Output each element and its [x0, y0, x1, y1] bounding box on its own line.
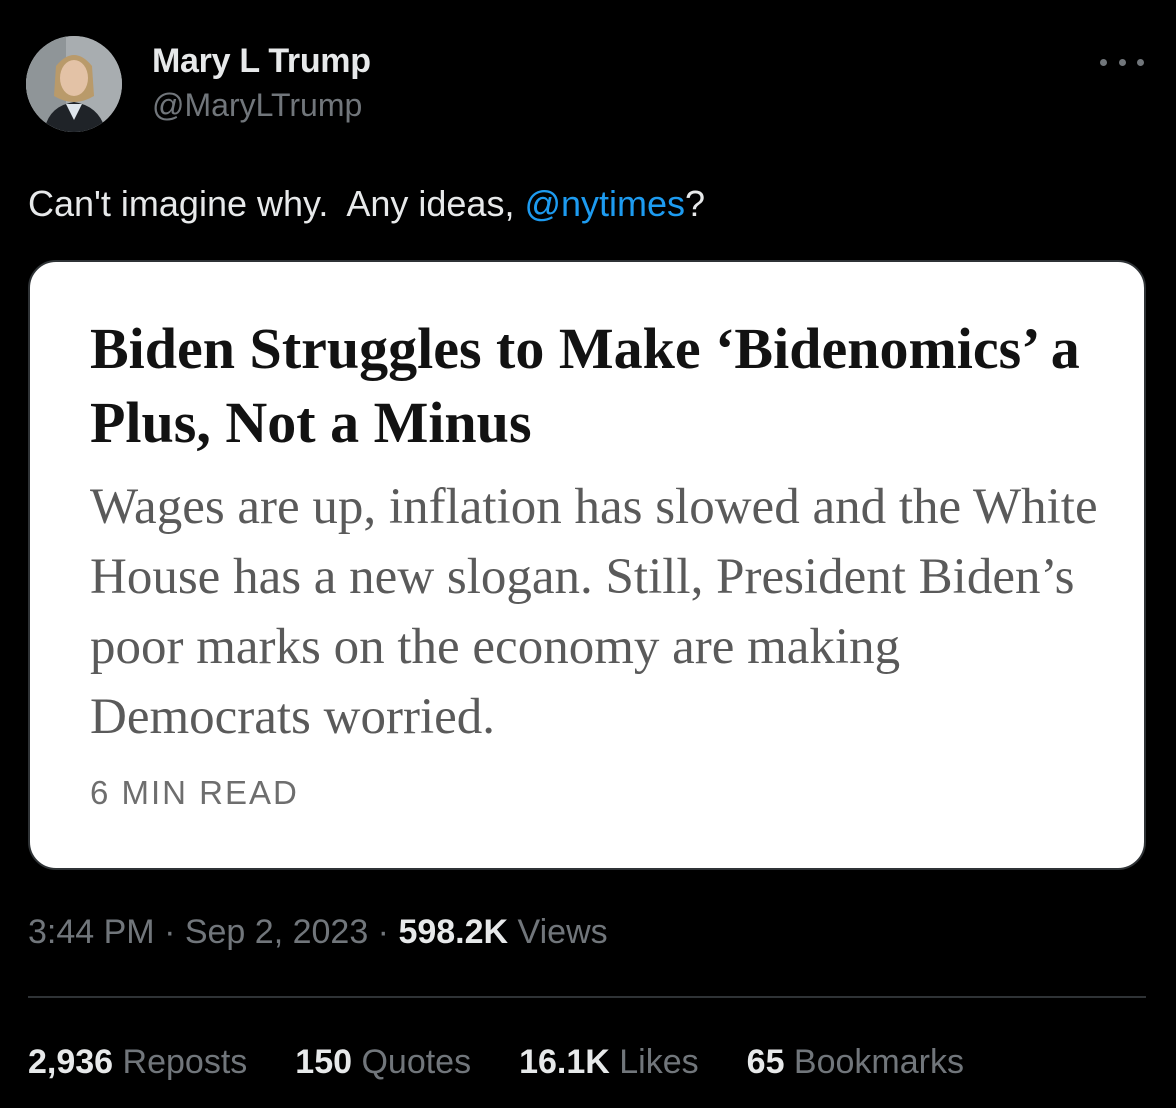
- reposts-label: Reposts: [113, 1043, 248, 1081]
- likes-stat[interactable]: 16.1K Likes: [519, 1040, 699, 1084]
- divider: [28, 996, 1146, 998]
- likes-label: Likes: [609, 1043, 699, 1081]
- tweet: Mary L Trump @MaryLTrump Can't imagine w…: [0, 0, 1176, 1108]
- tweet-time[interactable]: 3:44 PM: [28, 913, 155, 951]
- article-summary: Wages are up, inflation has slowed and t…: [90, 479, 1098, 745]
- meta-separator: ·: [368, 913, 399, 951]
- quotes-stat[interactable]: 150 Quotes: [295, 1040, 471, 1084]
- bookmarks-stat[interactable]: 65 Bookmarks: [747, 1040, 964, 1084]
- meta-separator: ·: [154, 913, 185, 951]
- dot: [1118, 58, 1126, 66]
- engagement-stats: 2,936 Reposts 150 Quotes 16.1K Likes 65 …: [28, 1040, 1012, 1084]
- bookmarks-label: Bookmarks: [784, 1043, 964, 1081]
- tweet-meta: 3:44 PM · Sep 2, 2023 · 598.2K Views: [28, 910, 608, 954]
- views-count: 598.2K: [398, 913, 509, 951]
- handle[interactable]: @MaryLTrump: [152, 84, 371, 126]
- dot: [1100, 58, 1107, 66]
- tweet-text-before: Can't imagine why. Any ideas,: [28, 183, 525, 224]
- mention-link[interactable]: @nytimes: [524, 183, 685, 224]
- article-headline: Biden Struggles to Make ‘Bidenomics’ a P…: [90, 316, 1080, 455]
- more-horizontal-icon[interactable]: [1100, 48, 1144, 76]
- dot: [1137, 58, 1144, 66]
- quotes-count: 150: [295, 1043, 353, 1081]
- quotes-label: Quotes: [352, 1043, 472, 1081]
- bookmarks-count: 65: [746, 1043, 785, 1081]
- avatar[interactable]: [26, 36, 122, 132]
- reposts-count: 2,936: [28, 1043, 114, 1081]
- author-info: Mary L Trump @MaryLTrump: [152, 40, 371, 126]
- article-read-time: 6 MIN READ: [90, 774, 299, 811]
- article-screenshot[interactable]: Biden Struggles to Make ‘Bidenomics’ a P…: [28, 260, 1146, 870]
- tweet-date[interactable]: Sep 2, 2023: [185, 913, 368, 951]
- tweet-text: Can't imagine why. Any ideas, @nytimes?: [28, 180, 705, 228]
- avatar-photo: [26, 36, 122, 132]
- reposts-stat[interactable]: 2,936 Reposts: [28, 1040, 247, 1084]
- views-label: Views: [508, 913, 608, 951]
- likes-count: 16.1K: [519, 1043, 610, 1081]
- display-name[interactable]: Mary L Trump: [152, 40, 371, 82]
- tweet-text-after: ?: [685, 183, 706, 224]
